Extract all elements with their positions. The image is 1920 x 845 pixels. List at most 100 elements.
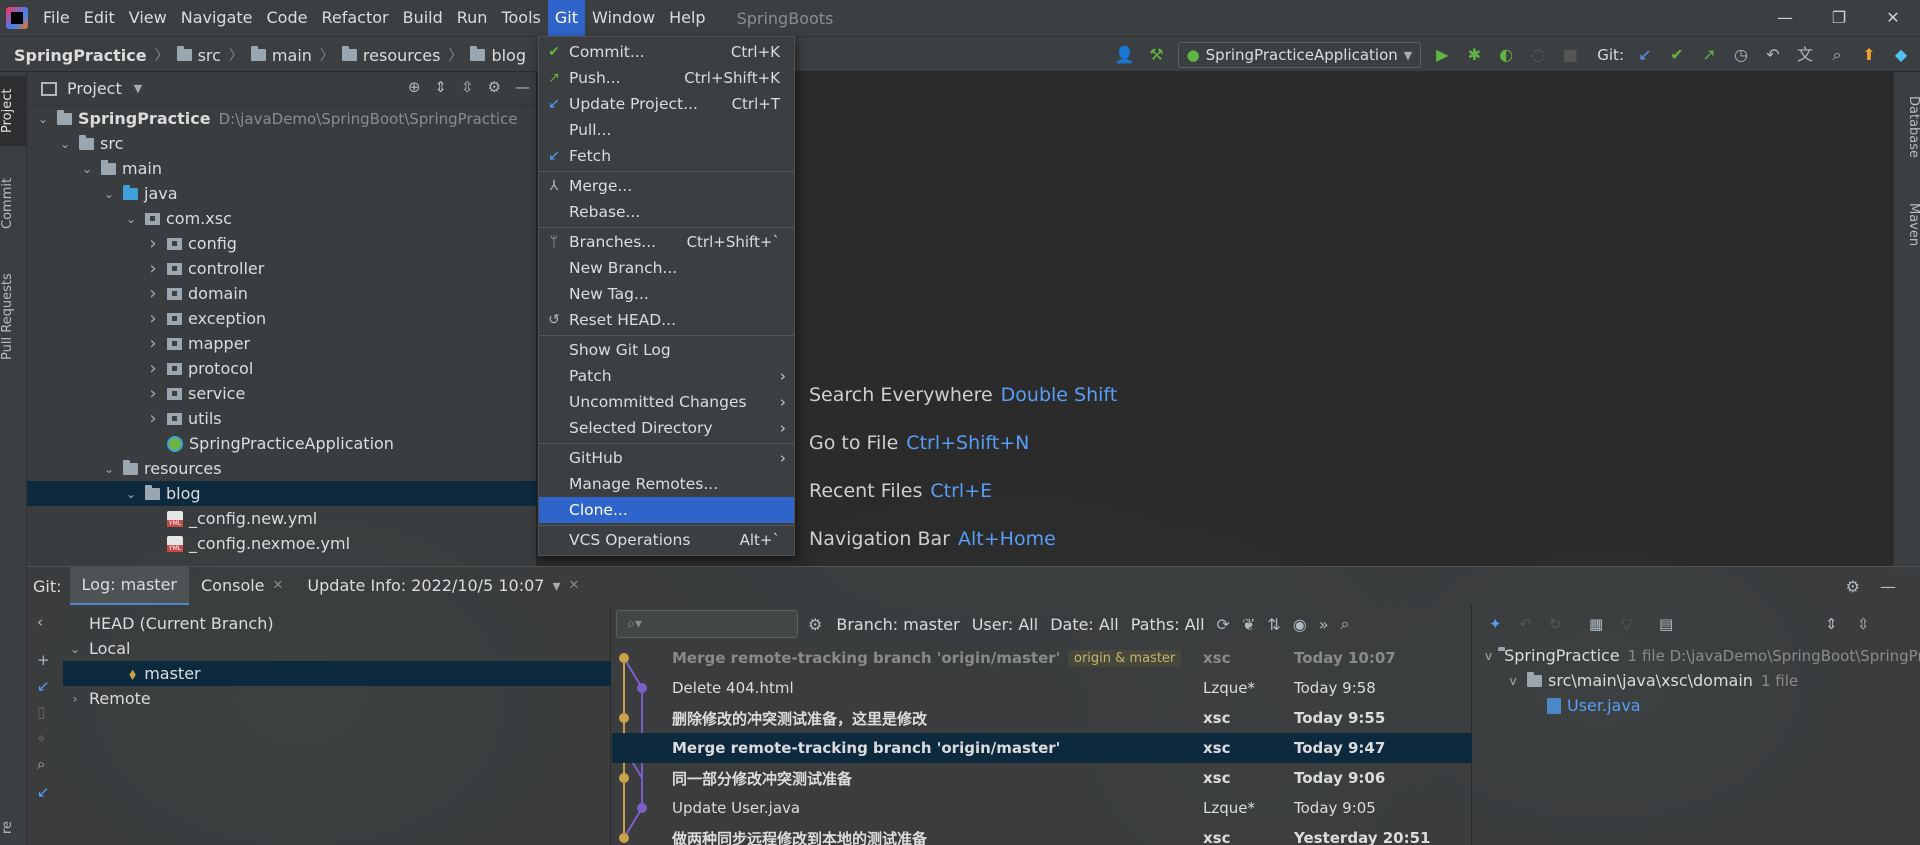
- tab-pull-requests[interactable]: Pull Requests: [0, 262, 27, 372]
- close-window-button[interactable]: ✕: [1866, 0, 1920, 36]
- commit-row[interactable]: Update User.java Lzque* Today 9:05: [612, 793, 1472, 823]
- tree-item-controller[interactable]: › controller: [27, 256, 537, 281]
- menu-window[interactable]: Window: [585, 0, 662, 36]
- menu-run[interactable]: Run: [450, 0, 495, 36]
- tree-item-utils[interactable]: › utils: [27, 406, 537, 431]
- group-icon[interactable]: ▦: [1589, 615, 1603, 633]
- commit-row[interactable]: Merge remote-tracking branch 'origin/mas…: [612, 733, 1472, 763]
- user-icon[interactable]: 👤: [1114, 44, 1136, 66]
- git-menu-branches[interactable]: ᛘ Branches... Ctrl+Shift+`: [539, 229, 794, 255]
- branch-remote[interactable]: › Remote: [63, 686, 611, 711]
- menu-build[interactable]: Build: [396, 0, 450, 36]
- tree-item-src[interactable]: ⌄ src: [27, 131, 537, 156]
- project-header-title[interactable]: Project: [67, 79, 122, 98]
- more-icon[interactable]: »: [1319, 615, 1329, 634]
- menu-tools[interactable]: Tools: [494, 0, 547, 36]
- tab-bottom-cut[interactable]: re: [0, 812, 27, 842]
- close-icon[interactable]: ✕: [568, 567, 579, 605]
- layout-icon[interactable]: ▤: [1659, 615, 1673, 633]
- git-menu-reset-head[interactable]: ↺ Reset HEAD...: [539, 307, 794, 333]
- tree-item-config[interactable]: › config: [27, 231, 537, 256]
- tree-item--config-new-yml[interactable]: _config.new.yml: [27, 506, 537, 531]
- collapse-all-icon[interactable]: ⇳: [461, 78, 474, 96]
- minimize-button[interactable]: —: [1758, 0, 1812, 36]
- run-config-dropdown[interactable]: ● SpringPracticeApplication ▼: [1177, 42, 1422, 68]
- git-menu-patch[interactable]: Patch ›: [539, 363, 794, 389]
- gear-icon[interactable]: ⚙: [488, 78, 501, 96]
- tree-item-exception[interactable]: › exception: [27, 306, 537, 331]
- git-update-icon[interactable]: ↙: [1634, 44, 1656, 66]
- breadcrumb-item[interactable]: resources: [341, 46, 440, 65]
- update-available-icon[interactable]: ⬆: [1858, 44, 1880, 66]
- commit-row[interactable]: 做两种同步远程修改到本地的测试准备 xsc Yesterday 20:51: [612, 823, 1472, 845]
- tab-database[interactable]: Database: [1894, 82, 1920, 172]
- close-icon[interactable]: ✕: [273, 567, 284, 605]
- tree-item-blog[interactable]: ⌄ blog: [27, 481, 537, 506]
- git-menu-manage-remotes[interactable]: Manage Remotes...: [539, 471, 794, 497]
- menu-navigate[interactable]: Navigate: [174, 0, 260, 36]
- menu-code[interactable]: Code: [260, 0, 315, 36]
- gear-icon[interactable]: ⚙: [1846, 577, 1860, 596]
- back-icon[interactable]: ‹: [37, 613, 43, 631]
- changes-root[interactable]: v SpringPractice 1 file D:\javaDemo\Spri…: [1473, 643, 1920, 668]
- commit-row[interactable]: Delete 404.html Lzque* Today 9:58: [612, 673, 1472, 703]
- log-search-input[interactable]: ⌕▾: [616, 610, 798, 638]
- fetch-icon[interactable]: ↙: [37, 677, 50, 695]
- commit-row[interactable]: 同一部分修改冲突测试准备 xsc Today 9:06: [612, 763, 1472, 793]
- tab-project[interactable]: Project: [0, 76, 27, 146]
- menu-edit[interactable]: Edit: [77, 0, 122, 36]
- editor-hint-shortcut[interactable]: Ctrl+Shift+N: [906, 432, 1029, 454]
- user-filter[interactable]: User: All: [972, 615, 1039, 634]
- tree-item-springpractice[interactable]: ⌄ SpringPractice D:\javaDemo\SpringBoot\Sp…: [27, 106, 537, 131]
- commit-row[interactable]: 删除修改的冲突测试准备，这里是修改 xsc Today 9:55: [612, 703, 1472, 733]
- menu-git[interactable]: Git: [547, 0, 585, 36]
- breadcrumb-item[interactable]: SpringPractice: [14, 46, 147, 65]
- eye-icon[interactable]: ◉: [1293, 615, 1307, 634]
- tree-item--config-nexmoe-yml[interactable]: _config.nexmoe.yml: [27, 531, 537, 556]
- add-icon[interactable]: +: [37, 651, 50, 669]
- restore-button[interactable]: ❐: [1812, 0, 1866, 36]
- search-icon[interactable]: ⌕: [1826, 44, 1848, 66]
- git-commit-icon[interactable]: ✔: [1666, 44, 1688, 66]
- expand-all-icon[interactable]: ⇕: [1825, 615, 1838, 633]
- sort-icon[interactable]: ⇅: [1267, 615, 1280, 634]
- git-menu-show-git-log[interactable]: Show Git Log: [539, 337, 794, 363]
- git-menu-uncommitted-changes[interactable]: Uncommitted Changes ›: [539, 389, 794, 415]
- search-icon[interactable]: ⌕: [1341, 614, 1350, 634]
- git-menu-pull[interactable]: Pull...: [539, 117, 794, 143]
- update-icon[interactable]: ↙: [37, 783, 50, 801]
- git-menu-clone[interactable]: Clone...: [539, 497, 794, 523]
- git-tab-0[interactable]: Log: master: [69, 567, 189, 605]
- stop-icon[interactable]: ■: [1559, 44, 1581, 66]
- branch-master[interactable]: ⬧ master: [63, 661, 611, 686]
- branch-local[interactable]: ⌄ Local: [63, 636, 611, 661]
- tree-item-protocol[interactable]: › protocol: [27, 356, 537, 381]
- tree-item-domain[interactable]: › domain: [27, 281, 537, 306]
- revert-icon[interactable]: ↶: [1519, 615, 1532, 633]
- git-menu-rebase[interactable]: Rebase...: [539, 199, 794, 225]
- plugin-icon[interactable]: ◆: [1890, 44, 1912, 66]
- coverage-icon[interactable]: ◐: [1495, 44, 1517, 66]
- branch-filter[interactable]: Branch: master: [836, 615, 959, 634]
- git-menu-fetch[interactable]: ↙ Fetch: [539, 143, 794, 169]
- editor-hint-shortcut[interactable]: Alt+Home: [958, 528, 1056, 550]
- collapse-all-icon[interactable]: ⇳: [1857, 615, 1870, 633]
- locate-icon[interactable]: ⊕: [408, 78, 421, 96]
- diff-icon[interactable]: ↻: [1549, 615, 1562, 633]
- date-filter[interactable]: Date: All: [1050, 615, 1119, 634]
- rollback-icon[interactable]: ↶: [1762, 44, 1784, 66]
- tree-item-main[interactable]: ⌄ main: [27, 156, 537, 181]
- tree-item-springpracticeapplication[interactable]: SpringPracticeApplication: [27, 431, 537, 456]
- editor-hint-shortcut[interactable]: Ctrl+E: [930, 480, 992, 502]
- tab-maven[interactable]: Maven: [1894, 187, 1920, 262]
- gear-icon[interactable]: ⚙: [808, 615, 822, 634]
- debug-icon[interactable]: ✱: [1463, 44, 1485, 66]
- changed-file[interactable]: User.java: [1473, 693, 1893, 718]
- breadcrumb-item[interactable]: src: [176, 46, 221, 65]
- refresh-icon[interactable]: ⟳: [1217, 615, 1230, 634]
- chevron-down-icon[interactable]: ▼: [134, 82, 142, 95]
- git-menu-update-project[interactable]: ↙ Update Project... Ctrl+T: [539, 91, 794, 117]
- pin-icon[interactable]: ✦: [1489, 615, 1502, 633]
- menu-help[interactable]: Help: [662, 0, 712, 36]
- git-menu-merge[interactable]: ⅄ Merge...: [539, 173, 794, 199]
